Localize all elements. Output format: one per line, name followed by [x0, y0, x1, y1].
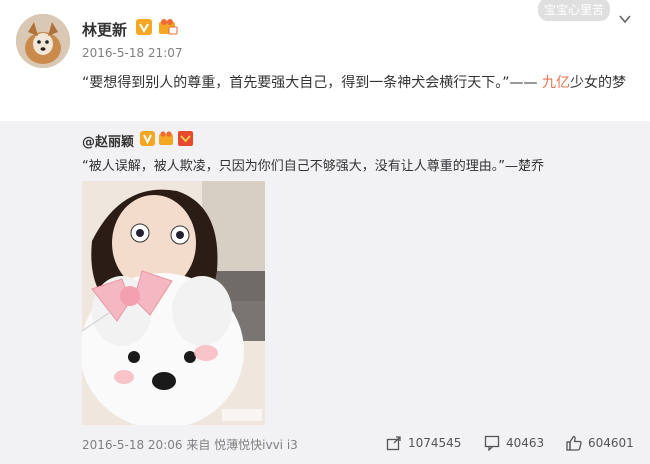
share-count: 1074545 [408, 436, 462, 450]
post-text: “要想得到别人的尊重，首先要强大自己，得到一条神犬会横行天下。”—— 九亿少女的… [82, 70, 634, 96]
vip-icon [159, 19, 178, 35]
post-text-part: 少女的梦 [569, 75, 626, 91]
repost-meta[interactable]: 2016-5-18 20:06 来自 悦薄悦快ivvi i3 [82, 436, 298, 453]
gift-icon [178, 131, 193, 146]
repost-author[interactable]: @赵丽颖 [82, 131, 134, 150]
topic-link[interactable]: 九亿 [542, 75, 570, 91]
like-button[interactable]: 604601 [566, 434, 634, 452]
weibo-post: 林更新 2016-5-18 21:07 宝宝心里苦 “要想得到别人的尊重，首先要… [0, 0, 650, 464]
author-name[interactable]: 林更新 [82, 19, 127, 40]
post-time[interactable]: 2016-5-18 21:07 [82, 46, 183, 60]
comment-button[interactable]: 40463 [484, 434, 544, 452]
comment-icon [484, 435, 500, 451]
post-text-part: “要想得到别人的尊重，首先要强大自己，得到一条神犬会横行天下。”—— [82, 75, 542, 91]
share-button[interactable]: 1074545 [386, 434, 461, 452]
author-avatar[interactable] [16, 14, 70, 68]
post-photo[interactable] [82, 181, 265, 425]
reposted-content: @赵丽颖 “被人误解，被人欺凌，只因为你们自己不够强大，没有让人尊重的理由。”—… [0, 121, 650, 464]
share-icon [386, 436, 401, 451]
repost-text: “被人误解，被人欺凌，只因为你们自己不够强大，没有让人尊重的理由。”—楚乔 [82, 159, 544, 174]
thumbs-up-icon [566, 435, 582, 451]
verified-icon [136, 19, 152, 35]
comment-count: 40463 [506, 436, 545, 450]
like-count: 604601 [588, 436, 634, 450]
chevron-down-icon[interactable] [618, 12, 632, 26]
verified-icon [140, 131, 155, 146]
vip-icon [159, 131, 173, 145]
watermark-stamp: 宝宝心里苦 [537, 0, 610, 21]
